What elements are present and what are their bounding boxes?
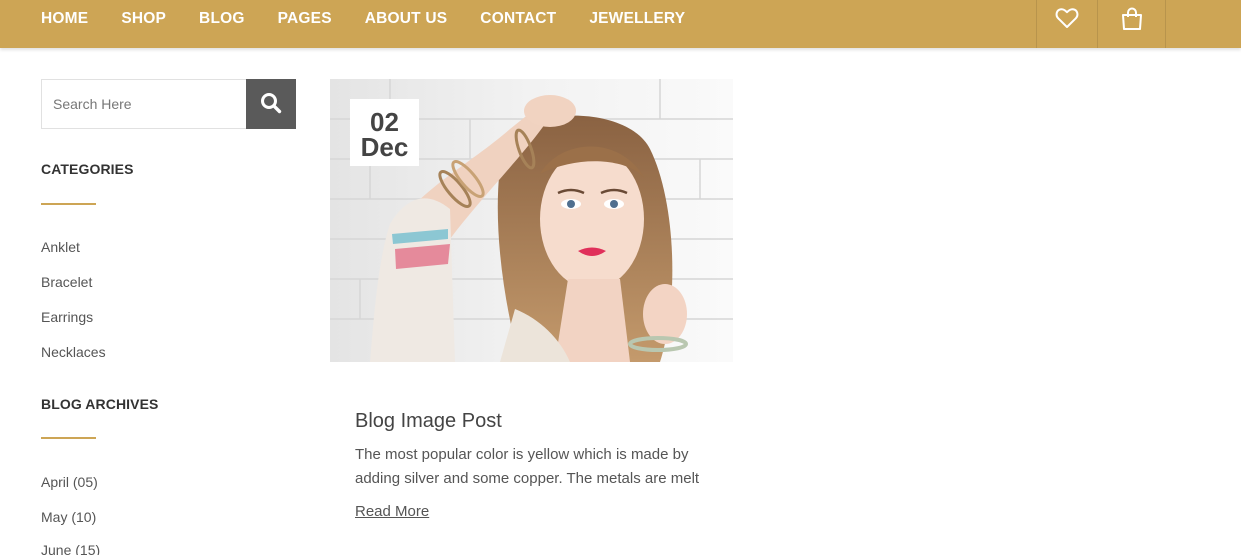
header-actions	[1036, 0, 1166, 48]
archive-april[interactable]: April (05)	[41, 474, 98, 490]
blog-archives-divider	[41, 437, 96, 439]
cart-button[interactable]	[1097, 0, 1166, 48]
wishlist-button[interactable]	[1036, 0, 1097, 48]
search-icon	[260, 92, 282, 117]
main-nav: HOME SHOP BLOG PAGES ABOUT US CONTACT JE…	[41, 0, 718, 38]
post-title[interactable]: Blog Image Post	[355, 410, 502, 433]
top-navigation-bar: HOME SHOP BLOG PAGES ABOUT US CONTACT JE…	[0, 0, 1241, 48]
category-bracelet[interactable]: Bracelet	[41, 274, 92, 290]
blog-archives-title: BLOG ARCHIVES	[41, 396, 159, 412]
categories-title: CATEGORIES	[41, 161, 134, 177]
post-date-badge: 02 Dec	[350, 99, 419, 166]
archive-june[interactable]: June (15)	[41, 542, 100, 555]
nav-home[interactable]: HOME	[41, 10, 88, 28]
nav-shop[interactable]: SHOP	[121, 10, 166, 28]
category-necklaces[interactable]: Necklaces	[41, 344, 106, 360]
read-more-link[interactable]: Read More	[355, 503, 429, 520]
search-form	[41, 79, 296, 129]
nav-blog[interactable]: BLOG	[199, 10, 245, 28]
nav-jewellery[interactable]: JEWELLERY	[589, 10, 685, 28]
archive-may[interactable]: May (10)	[41, 509, 96, 525]
shopping-bag-icon	[1120, 7, 1144, 36]
search-input[interactable]	[41, 79, 246, 129]
category-earrings[interactable]: Earrings	[41, 309, 93, 325]
categories-divider	[41, 203, 96, 205]
nav-contact[interactable]: CONTACT	[480, 10, 556, 28]
heart-icon	[1055, 7, 1079, 34]
category-anklet[interactable]: Anklet	[41, 239, 80, 255]
nav-pages[interactable]: PAGES	[278, 10, 332, 28]
nav-about-us[interactable]: ABOUT US	[365, 10, 448, 28]
post-date-month: Dec	[360, 132, 409, 162]
post-excerpt: The most popular color is yellow which i…	[355, 446, 700, 487]
search-button[interactable]	[246, 79, 296, 129]
